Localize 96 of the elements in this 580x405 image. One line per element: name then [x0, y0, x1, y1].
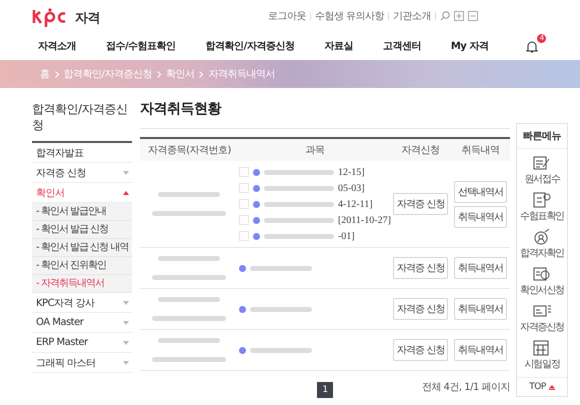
sidebar-item[interactable]: OA Master — [32, 313, 132, 334]
quick-menu-link[interactable]: 합격자확인 — [520, 246, 564, 260]
nav-item[interactable]: 자격소개 — [38, 39, 76, 53]
quick-menu-link[interactable]: 시험일정 — [524, 357, 560, 371]
nav-item[interactable]: 자료실 — [324, 39, 353, 53]
chevron-icon — [54, 70, 58, 78]
zoom-out-icon[interactable] — [468, 11, 478, 21]
history-button[interactable]: 취득내역서 — [454, 257, 507, 279]
bullet-icon — [252, 232, 260, 240]
page-title: 자격취득현황 — [140, 100, 510, 129]
person-check-icon[interactable] — [532, 229, 551, 245]
date-text: 05-03] — [338, 182, 365, 194]
sidebar-item[interactable]: 합격자발표 — [32, 143, 132, 164]
apply-button[interactable]: 자격증 신청 — [393, 298, 448, 320]
date-text: 12-15] — [338, 166, 365, 178]
page-summary: 전체 4건, 1/1 페이지 — [422, 381, 510, 394]
bullet-icon — [238, 264, 246, 272]
sidebar-item[interactable]: 그래픽 마스터 — [32, 353, 132, 374]
chevron-icon — [199, 70, 204, 78]
search-icon[interactable] — [440, 11, 450, 21]
quick-menu-link[interactable]: 자격증신청 — [520, 320, 564, 334]
sidebar-subitem[interactable]: - 확인서 발급 신청 — [32, 221, 132, 240]
document-person-icon[interactable] — [532, 266, 551, 282]
nav-item[interactable]: My 자격 — [450, 39, 488, 53]
caret-icon — [123, 300, 129, 305]
form-pen-icon[interactable] — [532, 155, 551, 171]
utility-link[interactable]: 로그아웃 — [268, 9, 306, 23]
redacted-text — [158, 338, 220, 343]
checkbox[interactable] — [238, 167, 249, 177]
sidebar-subitem[interactable]: - 자격취득내역서 — [32, 275, 132, 294]
bullet-icon — [252, 184, 260, 192]
redacted-text — [264, 186, 334, 190]
top-link[interactable]: TOP — [529, 382, 546, 392]
calendar-icon[interactable] — [532, 340, 551, 356]
redacted-text — [158, 297, 220, 302]
column-header: 취득내역 — [450, 138, 510, 161]
up-arrow-icon — [548, 384, 555, 390]
quick-menu-link[interactable]: 수험표확인 — [520, 209, 564, 223]
quick-menu-title: 빠른메뉴 — [517, 124, 567, 149]
redacted-text — [264, 218, 334, 222]
sidebar-subitem[interactable]: - 확인서 진위확인 — [32, 257, 132, 276]
bullet-icon — [252, 168, 260, 176]
history-button[interactable]: 선택내역서 — [454, 180, 507, 202]
quick-menu-link[interactable]: 확인서신청 — [520, 283, 564, 297]
column-header: 자격신청 — [390, 138, 451, 161]
quick-menu-link[interactable]: 원서접수 — [524, 172, 560, 186]
column-header: 과목 — [238, 138, 391, 161]
caret-icon — [123, 170, 129, 175]
checkbox[interactable] — [238, 199, 249, 209]
column-header: 자격종목(자격번호) — [140, 138, 239, 161]
redacted-text — [158, 256, 220, 261]
caret-icon — [123, 190, 129, 195]
redacted-text — [250, 306, 312, 312]
id-card-list-icon[interactable] — [532, 303, 551, 319]
sidebar-subitem[interactable]: - 확인서 발급안내 — [32, 203, 132, 222]
chevron-icon — [156, 70, 161, 78]
redacted-text — [158, 192, 220, 197]
bell-icon[interactable] — [526, 40, 538, 52]
caret-icon — [123, 340, 129, 345]
redacted-text — [264, 202, 334, 206]
apply-button[interactable]: 자격증 신청 — [393, 339, 448, 361]
redacted-text — [250, 348, 312, 352]
date-text: [2011-10-27] — [338, 214, 391, 226]
utility-link[interactable]: 기관소개 — [393, 9, 431, 23]
bullet-icon — [238, 306, 246, 312]
checkbox[interactable] — [238, 231, 249, 241]
id-card-icon[interactable] — [532, 192, 551, 208]
nav-item[interactable]: 접수/수험표확인 — [106, 39, 176, 53]
history-button[interactable]: 취득내역서 — [454, 298, 507, 320]
sidebar-subitem[interactable]: - 확인서 발급 신청 내역 — [32, 239, 132, 258]
checkbox[interactable] — [238, 183, 249, 193]
caret-icon — [123, 320, 129, 325]
history-button[interactable]: 취득내역서 — [454, 339, 507, 361]
redacted-text — [250, 266, 312, 270]
redacted-text — [264, 234, 334, 238]
sidebar-item[interactable]: ERP Master — [32, 333, 132, 354]
utility-link[interactable]: 수험생 유의사항 — [314, 9, 384, 23]
bullet-icon — [252, 200, 260, 208]
history-button[interactable]: 취득내역서 — [454, 206, 507, 228]
redacted-text — [264, 170, 334, 174]
apply-button[interactable]: 자격증 신청 — [393, 257, 448, 279]
bullet-icon — [238, 346, 246, 354]
nav-item[interactable]: 고객센터 — [382, 39, 421, 53]
page-button[interactable]: 1 — [317, 382, 333, 398]
caret-icon — [123, 360, 129, 365]
zoom-in-icon[interactable] — [454, 11, 464, 21]
sidebar-title: 합격확인/자격증신청 — [32, 102, 132, 144]
sidebar-item[interactable]: KPC자격 강사 — [32, 293, 132, 314]
logo-text: 자격 — [75, 10, 100, 27]
bullet-icon — [252, 216, 260, 224]
apply-button[interactable]: 자격증 신청 — [393, 193, 448, 215]
sidebar-item[interactable]: 자격증 신청 — [32, 163, 132, 184]
checkbox[interactable] — [238, 215, 249, 225]
date-text: 4-12-11] — [338, 198, 373, 210]
date-text: -01] — [338, 230, 355, 242]
nav-item[interactable]: 합격확인/자격증신청 — [206, 39, 294, 53]
